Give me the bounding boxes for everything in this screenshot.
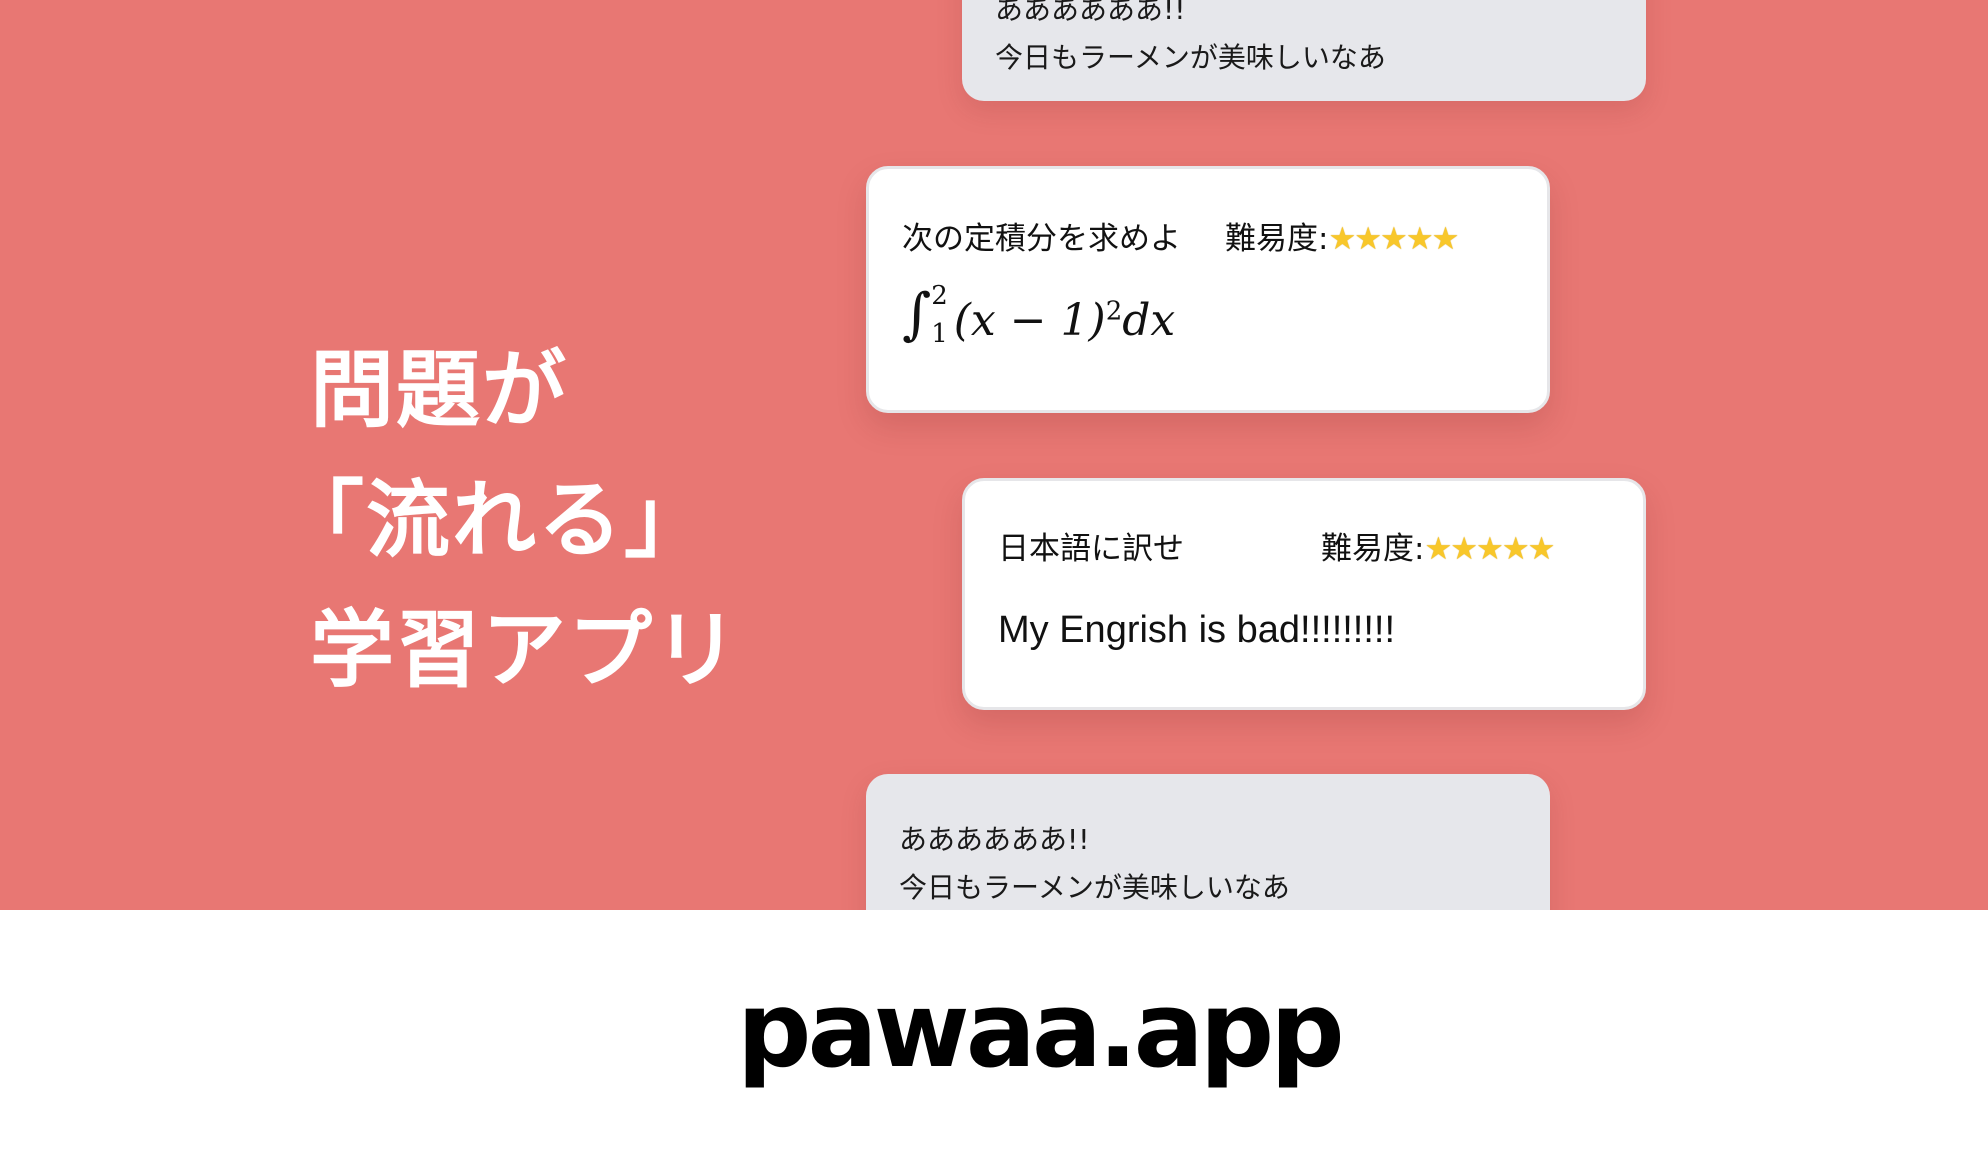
integrand: (x − 1)2dx (954, 295, 1176, 346)
difficulty-rating: 難易度:★★★★★ (1321, 523, 1555, 568)
question-card-translate[interactable]: 日本語に訳せ 難易度:★★★★★ My Engrish is bad!!!!!!… (962, 478, 1646, 710)
difficulty-rating: 難易度:★★★★★ (1225, 213, 1459, 258)
integrand-expression: (x − 1) (953, 295, 1106, 346)
integral-expression: ∫ 2 1 (x − 1)2dx (902, 282, 1176, 349)
differential: dx (1122, 295, 1176, 346)
chat-card-top-line-2: 今日もラーメンが美味しいなあ (995, 41, 1386, 74)
headline-line-2: 「流れる」 (280, 471, 711, 569)
chat-card-bottom: ああああああ!! 今日もラーメンが美味しいなあ (866, 774, 1550, 910)
chat-card-bottom-line-2: 今日もラーメンが美味しいなあ (899, 871, 1290, 904)
lower-limit: 1 (931, 319, 948, 349)
hero-section: 問題が 「流れる」 学習アプリ ああああああ!! 今日もラーメンが美味しいなあ … (0, 0, 1988, 910)
difficulty-label: 難易度: (1321, 531, 1425, 567)
translation-sentence: My Engrish is bad!!!!!!!!! (998, 609, 1396, 651)
headline: 問題が 「流れる」 学習アプリ (280, 325, 741, 715)
upper-limit: 2 (931, 281, 948, 311)
difficulty-label: 難易度: (1225, 221, 1329, 257)
brand-logo[interactable]: pawaa.app (737, 975, 1345, 1085)
headline-line-3: 学習アプリ (310, 601, 741, 699)
integrand-power: 2 (1105, 296, 1123, 327)
star-rating-icon: ★★★★★ (1328, 221, 1459, 257)
chat-card-top: ああああああ!! 今日もラーメンが美味しいなあ (962, 0, 1646, 101)
question-card-integral[interactable]: 次の定積分を求めよ 難易度:★★★★★ ∫ 2 1 (x − 1)2dx (866, 166, 1550, 413)
chat-card-top-line-1: ああああああ!! (995, 0, 1186, 26)
integral-limits: 2 1 (931, 283, 948, 349)
star-rating-icon: ★★★★★ (1424, 531, 1555, 567)
chat-card-bottom-line-1: ああああああ!! (899, 823, 1090, 856)
question-prompt: 次の定積分を求めよ (902, 221, 1181, 257)
integral-sign-icon: ∫ (902, 282, 932, 347)
headline-line-1: 問題が (310, 341, 569, 439)
question-prompt: 日本語に訳せ (998, 531, 1184, 567)
